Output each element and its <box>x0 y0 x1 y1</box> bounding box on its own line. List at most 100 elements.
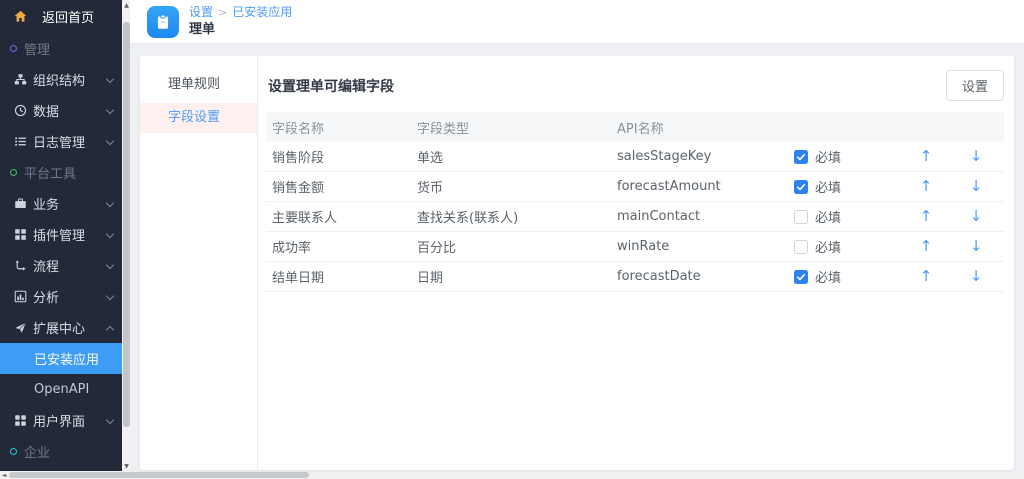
briefcase-icon <box>12 197 28 210</box>
sidebar-item-平台工具[interactable]: 平台工具 <box>0 157 122 188</box>
api-name-cell: forecastDate <box>611 269 788 284</box>
field-type-cell: 百分比 <box>411 237 611 256</box>
chevron-down-icon <box>106 106 114 114</box>
field-name-cell: 主要联系人 <box>266 207 411 226</box>
required-checkbox[interactable] <box>794 210 808 224</box>
sitemap-icon <box>12 73 28 86</box>
sidebar-menu: 管理组织结构数据日志管理平台工具业务插件管理流程分析扩展中心已安装应用 OpenA… <box>0 33 122 467</box>
page-title: 理单 <box>189 22 292 38</box>
subnav-tab-字段设置[interactable]: 字段设置 <box>140 103 257 133</box>
sidebar-item-管理[interactable]: 管理 <box>0 33 122 64</box>
sidebar-item-label: 企业 <box>24 442 50 461</box>
sidebar-item-label: 业务 <box>33 194 59 213</box>
sidebar-item-插件管理[interactable]: 插件管理 <box>0 219 122 250</box>
required-cell: 必填 <box>788 177 898 196</box>
sidebar-item-label: 数据 <box>33 101 59 120</box>
subnav-tab-理单规则[interactable]: 理单规则 <box>140 70 257 100</box>
required-checkbox[interactable] <box>794 180 808 194</box>
table-row: 销售金额货币forecastAmount必填↑↓ <box>266 172 1004 202</box>
sidebar-item-label: 已安装应用 <box>34 349 99 368</box>
sidebar-item-用户界面[interactable]: 用户界面 <box>0 405 122 436</box>
ring-icon <box>10 169 17 176</box>
flow-icon <box>12 259 28 272</box>
section-title: 设置理单可编辑字段 <box>268 76 394 96</box>
move-up-icon[interactable]: ↑ <box>920 239 933 254</box>
chevron-down-icon <box>106 75 114 83</box>
sidebar-item-已安装应用[interactable]: 已安装应用 <box>0 343 122 374</box>
field-type-cell: 单选 <box>411 147 611 166</box>
required-label: 必填 <box>815 177 841 196</box>
main-area: 设置>已安装应用 理单 理单规则字段设置 设置理单可编辑字段 设置 字段名称 字… <box>130 0 1024 471</box>
move-up-icon[interactable]: ↑ <box>920 179 933 194</box>
move-up-icon[interactable]: ↑ <box>920 209 933 224</box>
breadcrumb-link-settings[interactable]: 设置 <box>189 5 213 19</box>
sidebar-item-数据[interactable]: 数据 <box>0 95 122 126</box>
sidebar-item-流程[interactable]: 流程 <box>0 250 122 281</box>
table-header-row: 字段名称 字段类型 API名称 <box>266 112 1004 142</box>
list-icon <box>12 135 28 148</box>
clipboard-app-icon <box>147 6 179 38</box>
required-cell: 必填 <box>788 147 898 166</box>
required-checkbox[interactable] <box>794 240 808 254</box>
vertical-scrollbar-thumb[interactable] <box>123 22 130 427</box>
required-checkbox[interactable] <box>794 150 808 164</box>
sidebar-item-企业[interactable]: 企业 <box>0 436 122 467</box>
field-name-cell: 销售金额 <box>266 177 411 196</box>
api-name-cell: winRate <box>611 239 788 254</box>
move-down-icon[interactable]: ↓ <box>970 239 983 254</box>
api-name-cell: mainContact <box>611 209 788 224</box>
required-cell: 必填 <box>788 267 898 286</box>
chevron-down-icon <box>106 137 114 145</box>
table-row: 主要联系人查找关系(联系人)mainContact 必填 ↑ ↓ <box>266 202 1004 232</box>
sidebar-item-label: OpenAPI <box>34 382 89 397</box>
panel-header: 设置理单可编辑字段 设置 <box>266 70 1004 101</box>
chevron-up-icon <box>106 326 114 334</box>
table-row: 结单日期日期forecastDate必填 ↑ ↓ <box>266 262 1004 292</box>
breadcrumb-link-installed-apps[interactable]: 已安装应用 <box>232 5 292 19</box>
table-row: 成功率百分比winRate必填↑↓ <box>266 232 1004 262</box>
field-type-cell: 货币 <box>411 177 611 196</box>
sidebar-item-label: 用户界面 <box>33 411 85 430</box>
sidebar-item-label: 分析 <box>33 287 59 306</box>
sidebar: 返回首页 管理组织结构数据日志管理平台工具业务插件管理流程分析扩展中心已安装应用… <box>0 0 122 471</box>
sidebar-item-label: 扩展中心 <box>33 318 85 337</box>
field-name-cell: 结单日期 <box>266 267 411 286</box>
header-text-block: 设置>已安装应用 理单 <box>189 5 292 38</box>
field-type-cell: 日期 <box>411 267 611 286</box>
sidebar-item-日志管理[interactable]: 日志管理 <box>0 126 122 157</box>
move-up-icon[interactable]: ↑ <box>920 269 933 284</box>
move-down-icon[interactable]: ↓ <box>970 209 983 224</box>
settings-card: 理单规则字段设置 设置理单可编辑字段 设置 字段名称 字段类型 API名称 销售… <box>140 56 1014 470</box>
fields-table-body: 销售阶段单选salesStageKey必填↑↓销售金额货币forecastAmo… <box>266 142 1004 292</box>
move-down-icon[interactable]: ↓ <box>970 149 983 164</box>
required-checkbox[interactable] <box>794 270 808 284</box>
sidebar-item-业务[interactable]: 业务 <box>0 188 122 219</box>
field-name-cell: 成功率 <box>266 237 411 256</box>
sidebar-home-link[interactable]: 返回首页 <box>0 0 122 33</box>
required-cell: 必填 <box>788 207 898 226</box>
scroll-left-arrow-icon[interactable]: ◄ <box>0 471 8 479</box>
chevron-down-icon <box>106 230 114 238</box>
column-header-field-type: 字段类型 <box>411 118 611 137</box>
move-up-icon[interactable]: ↑ <box>920 149 933 164</box>
sidebar-item-分析[interactable]: 分析 <box>0 281 122 312</box>
chevron-down-icon <box>106 261 114 269</box>
settings-button[interactable]: 设置 <box>946 70 1004 101</box>
sidebar-item-组织结构[interactable]: 组织结构 <box>0 64 122 95</box>
field-type-cell: 查找关系(联系人) <box>411 207 611 226</box>
table-row: 销售阶段单选salesStageKey必填↑↓ <box>266 142 1004 172</box>
sidebar-item-label: 管理 <box>24 39 50 58</box>
move-down-icon[interactable]: ↓ <box>970 269 983 284</box>
sidebar-item-label: 流程 <box>33 256 59 275</box>
plugin-icon <box>12 228 28 241</box>
horizontal-scrollbar[interactable]: ◄ <box>0 471 1024 479</box>
required-label: 必填 <box>815 207 841 226</box>
column-header-api-name: API名称 <box>611 118 788 137</box>
sidebar-item-OpenAPI[interactable]: OpenAPI <box>0 374 122 405</box>
sidebar-item-扩展中心[interactable]: 扩展中心 <box>0 312 122 343</box>
horizontal-scrollbar-thumb[interactable] <box>9 472 309 478</box>
sidebar-item-label: 平台工具 <box>24 163 76 182</box>
move-down-icon[interactable]: ↓ <box>970 179 983 194</box>
field-name-cell: 销售阶段 <box>266 147 411 166</box>
extension-icon <box>12 321 28 334</box>
